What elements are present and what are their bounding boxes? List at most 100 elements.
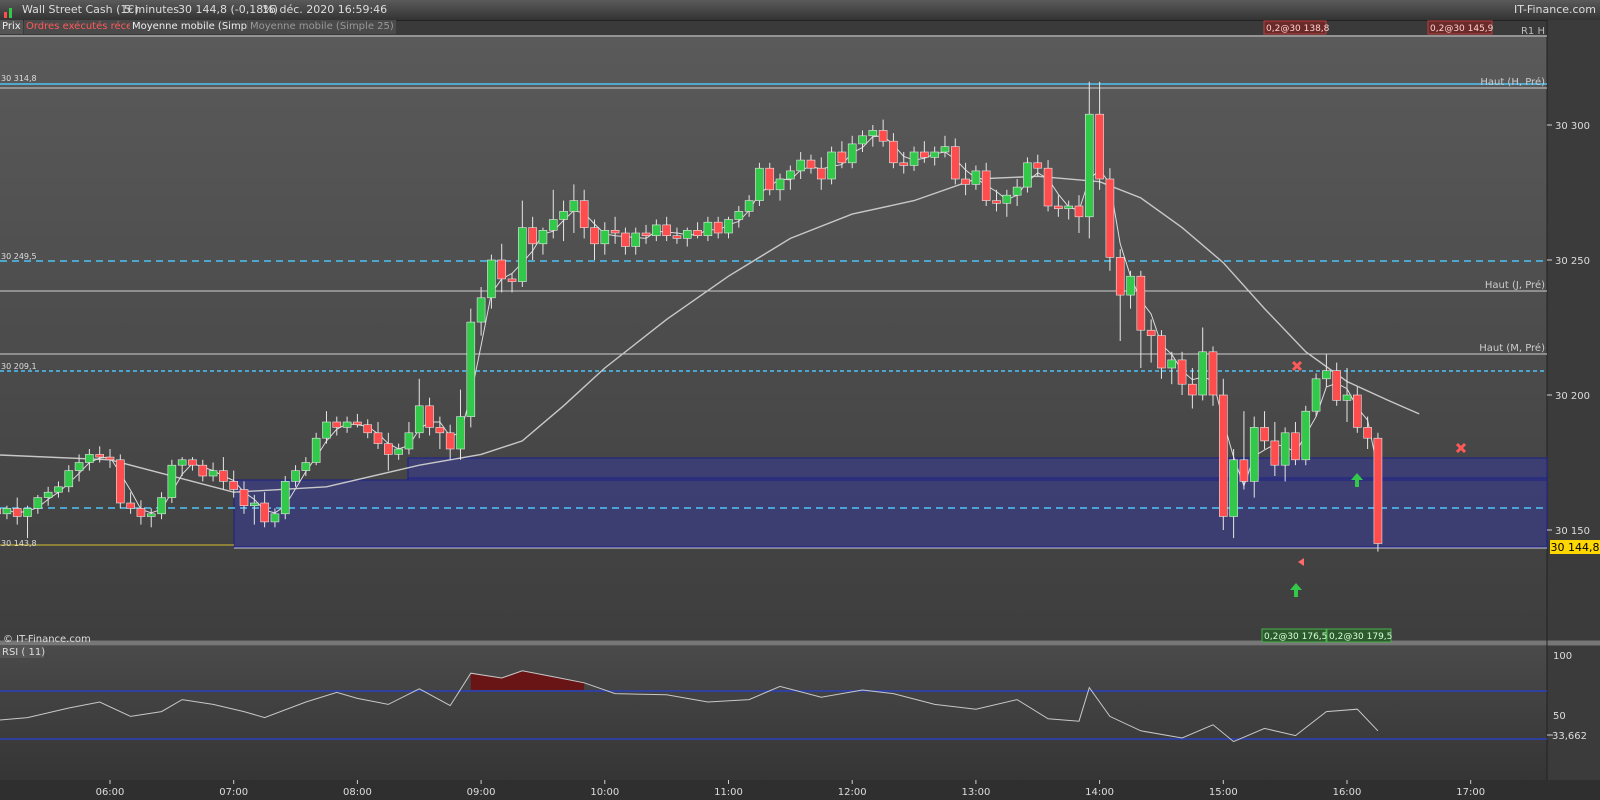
- candle-body-up: [1064, 205, 1073, 209]
- candle-body-up: [827, 151, 836, 180]
- candle-body-down: [497, 259, 507, 280]
- candle-body-down: [219, 470, 228, 482]
- candle-body-down: [1260, 427, 1269, 442]
- candle-body-down: [1074, 205, 1084, 218]
- candle-body-up: [755, 167, 764, 201]
- candle-body-up: [146, 513, 156, 517]
- candle[interactable]: [1373, 432, 1383, 552]
- candle-body-up: [487, 259, 496, 299]
- candle-body-down: [981, 170, 991, 201]
- price-chart[interactable]: 30 314,8 30 249,5 30 209,1 30 143,8 R1 H…: [0, 0, 1600, 800]
- time-tick-label: 15:00: [1209, 787, 1238, 798]
- rsi-tick-100: 100: [1553, 651, 1572, 662]
- candle-body-down: [662, 224, 671, 236]
- candle-body-down: [384, 443, 393, 455]
- candle-body-down: [1033, 162, 1043, 169]
- rsi-pane[interactable]: [0, 646, 1547, 780]
- candle-body-up: [1126, 275, 1135, 296]
- candle-body-down: [899, 162, 909, 166]
- candle-body-down: [1043, 167, 1053, 207]
- level-label-dashed-2: 30 209,1: [1, 362, 37, 371]
- candle-body-down: [806, 159, 816, 169]
- candle-body-up: [280, 481, 290, 515]
- candle-body-up: [744, 200, 754, 212]
- price-tick-label: 30 300: [1555, 121, 1590, 132]
- level-label-dashed-1: 30 249,5: [1, 252, 37, 261]
- candle-body-down: [672, 235, 682, 239]
- candle-body-up: [270, 513, 280, 523]
- candle-body-down: [693, 230, 702, 237]
- price-tick-label: 30 250: [1555, 256, 1590, 267]
- candle-body-down: [765, 167, 775, 191]
- candle-body-down: [1188, 383, 1197, 396]
- candle[interactable]: [1105, 168, 1115, 271]
- candle-body-up: [1023, 162, 1032, 188]
- r1-label: R1 H: [1521, 26, 1545, 37]
- last-price-text: 30 144,8: [1551, 541, 1600, 554]
- candle-body-up: [322, 421, 331, 439]
- watermark: © IT-Finance.com: [3, 634, 91, 645]
- candle[interactable]: [116, 454, 125, 509]
- candle-body-up: [456, 416, 465, 450]
- candle[interactable]: [827, 146, 836, 185]
- time-tick-label: 17:00: [1456, 787, 1485, 798]
- candle-body-down: [837, 151, 847, 164]
- last-price-badge: 30 144,8: [1550, 540, 1600, 554]
- candle-body-up: [1002, 194, 1012, 204]
- order-tag-top-left: 0,2@30 138,8: [1266, 24, 1330, 34]
- candle[interactable]: [1311, 373, 1321, 417]
- time-tick-label: 07:00: [219, 787, 248, 798]
- candle-body-up: [1311, 378, 1321, 412]
- candle-body-down: [1353, 394, 1362, 428]
- candle-body-up: [682, 230, 692, 239]
- candle-body-up: [786, 170, 795, 180]
- candle-body-down: [1177, 359, 1187, 385]
- candle-body-up: [476, 297, 486, 323]
- candle-body-down: [126, 502, 135, 509]
- price-pane[interactable]: [0, 35, 1547, 640]
- candle-body-down: [641, 232, 651, 236]
- level-label-low: 30 143,8: [1, 539, 37, 548]
- candle-body-up: [1301, 410, 1311, 461]
- candle-body-up: [1249, 427, 1259, 482]
- candle[interactable]: [1301, 405, 1311, 466]
- price-tick-label: 30 200: [1555, 391, 1590, 402]
- candle-body-up: [703, 221, 713, 236]
- candle-body-up: [54, 486, 63, 493]
- zone-rect-lower: [233, 479, 1548, 548]
- candle-body-down: [1146, 329, 1156, 336]
- candle-body-up: [1322, 370, 1331, 380]
- candle-body-down: [373, 432, 383, 444]
- candle[interactable]: [280, 476, 290, 520]
- candle-body-down: [363, 424, 373, 434]
- candle-body-up: [1084, 113, 1094, 218]
- candle-body-down: [1363, 427, 1372, 439]
- candle[interactable]: [755, 162, 764, 206]
- candle-body-down: [1270, 440, 1280, 466]
- candle-body-up: [518, 227, 527, 282]
- candle-body-up: [291, 470, 300, 482]
- candle-body-down: [610, 230, 620, 234]
- rsi-tick-50: 50: [1553, 711, 1566, 722]
- candle-body-up: [167, 464, 177, 498]
- candle-body-up: [559, 211, 568, 220]
- candle[interactable]: [1023, 157, 1032, 193]
- candle-body-down: [1208, 351, 1218, 396]
- time-tick-label: 13:00: [961, 787, 990, 798]
- candle[interactable]: [1219, 378, 1228, 530]
- candle-body-up: [177, 459, 187, 466]
- candle-body-up: [85, 454, 94, 463]
- candle-body-down: [713, 221, 723, 234]
- candle-body-up: [1342, 394, 1352, 401]
- order-tag-top-right: 0,2@30 145,9: [1430, 24, 1494, 34]
- time-tick-label: 06:00: [96, 787, 125, 798]
- candle-body-down: [579, 200, 589, 228]
- candle-body-down: [229, 481, 238, 490]
- candle[interactable]: [466, 308, 476, 428]
- candle[interactable]: [167, 459, 177, 503]
- candle-body-down: [1157, 335, 1166, 369]
- candle-body-down: [1332, 370, 1341, 401]
- candle-body-up: [1280, 432, 1290, 466]
- candle-body-down: [136, 508, 146, 517]
- candle-body-up: [858, 135, 867, 145]
